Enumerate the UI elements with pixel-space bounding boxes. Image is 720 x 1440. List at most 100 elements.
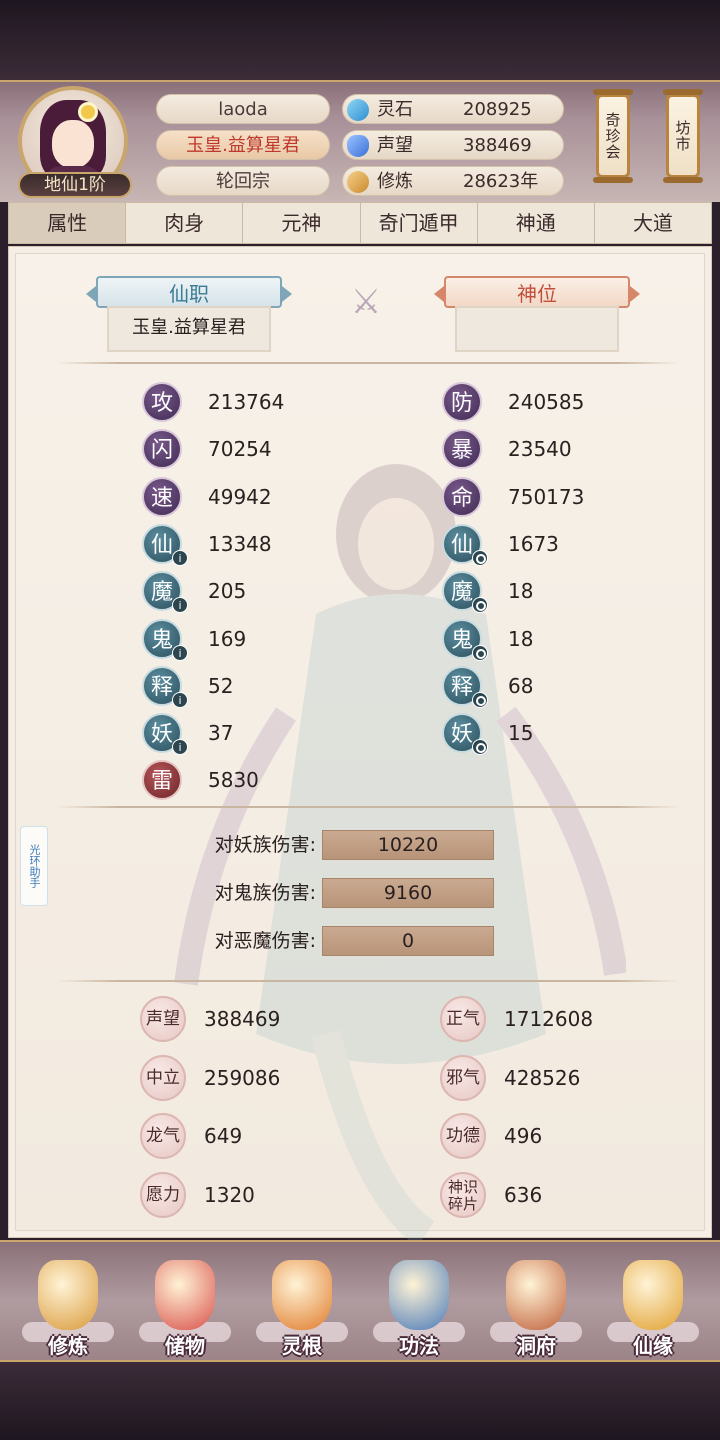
- gourd-icon: [623, 1260, 683, 1330]
- reputation-row: 邪气 428526: [440, 1054, 670, 1101]
- stat-icon[interactable]: 防: [442, 382, 482, 422]
- reputation-row: 神识碎片 636: [440, 1171, 670, 1218]
- reputation-row: 正气 1712608: [440, 996, 670, 1042]
- reputation-icon[interactable]: 龙气: [140, 1113, 186, 1159]
- resource-spirit-stone: 灵石 208925: [342, 94, 564, 124]
- nav-item-4[interactable]: 洞府: [486, 1252, 586, 1360]
- divider: [56, 362, 680, 364]
- crystal-icon: [347, 99, 369, 121]
- player-title: 玉皇.益算星君: [156, 130, 330, 160]
- player-sect: 轮回宗: [156, 166, 330, 196]
- reputation-value: 649: [204, 1124, 243, 1148]
- immortal-post-value: 玉皇.益算星君: [107, 306, 271, 352]
- top-bar: [0, 0, 720, 80]
- stat-value: 750173: [508, 484, 585, 509]
- stat-icon[interactable]: 闪: [142, 429, 182, 470]
- stat-value: 205: [208, 579, 247, 604]
- reputation-icon[interactable]: 正气: [440, 996, 486, 1042]
- reputation-icon[interactable]: 功德: [440, 1113, 486, 1159]
- reputation-value: 388469: [204, 1007, 281, 1031]
- damage-label: 对妖族伤害:: [214, 834, 316, 856]
- info-badge-icon[interactable]: i: [172, 739, 188, 756]
- halo-helper-tab[interactable]: 光环助手: [20, 826, 48, 906]
- reputation-icon[interactable]: 中立: [140, 1054, 186, 1101]
- stat-row: 暴 23540: [442, 429, 662, 470]
- reputation-row: 愿力 1320: [140, 1171, 370, 1218]
- stat-row: 攻 213764: [142, 382, 362, 422]
- stat-icon[interactable]: 雷: [142, 760, 182, 801]
- bottom-nav: 修炼 储物 灵根 功法 洞府 仙缘: [0, 1240, 720, 1362]
- player-name: laoda: [156, 94, 330, 124]
- nav-item-2[interactable]: 灵根: [252, 1252, 352, 1360]
- circle-badge-icon[interactable]: [472, 597, 488, 614]
- stat-row: 仙 i 13348: [142, 523, 362, 566]
- info-badge-icon[interactable]: i: [172, 691, 188, 708]
- damage-value: 9160: [322, 878, 494, 908]
- nav-label: 洞府: [516, 1334, 556, 1358]
- resource-prestige: 声望 388469: [342, 130, 564, 160]
- reputation-icon[interactable]: 声望: [140, 996, 186, 1042]
- circle-badge-icon[interactable]: [472, 739, 488, 756]
- nav-item-5[interactable]: 仙缘: [603, 1252, 703, 1360]
- damage-value: 0: [322, 926, 494, 956]
- stat-icon[interactable]: 攻: [142, 382, 182, 422]
- reputation-row: 声望 388469: [140, 996, 370, 1042]
- damage-row: 对鬼族伤害: 9160: [166, 877, 506, 909]
- reputation-value: 1320: [204, 1182, 255, 1207]
- tab-bar: 属性 肉身 元神 奇门遁甲 神通 大道: [8, 202, 712, 244]
- rank-badge: 地仙1阶: [18, 172, 132, 198]
- market-button[interactable]: 坊市: [663, 89, 703, 183]
- stat-row: 魔 18: [442, 571, 662, 614]
- stat-value: 5830: [208, 768, 259, 793]
- treasure-fair-button[interactable]: 奇珍会: [593, 89, 633, 183]
- reputation-value: 1712608: [504, 1007, 594, 1031]
- reputation-icon[interactable]: 神识碎片: [440, 1171, 486, 1218]
- damage-label: 对鬼族伤害:: [214, 882, 316, 904]
- stat-icon[interactable]: 命: [442, 476, 482, 517]
- reputation-value: 259086: [204, 1065, 281, 1090]
- tab-soul[interactable]: 元神: [243, 203, 361, 243]
- stat-value: 49942: [208, 484, 272, 509]
- stat-value: 18: [508, 626, 534, 651]
- stat-value: 70254: [208, 437, 272, 462]
- info-badge-icon[interactable]: i: [172, 597, 188, 614]
- circle-badge-icon[interactable]: [472, 549, 488, 566]
- reputation-value: 496: [504, 1124, 543, 1148]
- reputation-icon[interactable]: 愿力: [140, 1171, 186, 1218]
- nav-label: 功法: [399, 1334, 439, 1358]
- stat-value: 13348: [208, 531, 272, 556]
- tab-qimen[interactable]: 奇门遁甲: [361, 203, 478, 243]
- stat-value: 15: [508, 721, 534, 746]
- tab-dao[interactable]: 大道: [595, 203, 711, 243]
- tab-attributes[interactable]: 属性: [9, 203, 127, 243]
- stat-row: 鬼 18: [442, 618, 662, 661]
- info-badge-icon[interactable]: i: [172, 644, 188, 661]
- attributes-panel: 仙职 玉皇.益算星君 ⚔ 神位 攻 213764 闪 70254 速 49942 仙 i 133…: [8, 246, 712, 1247]
- reputation-row: 龙气 649: [140, 1113, 370, 1159]
- divine-rank-banner: 神位: [434, 276, 640, 308]
- tab-body[interactable]: 肉身: [126, 203, 244, 243]
- nav-item-3[interactable]: 功法: [369, 1252, 469, 1360]
- stat-row: 魔 i 205: [142, 571, 362, 614]
- damage-label: 对恶魔伤害:: [214, 930, 316, 952]
- reputation-icon[interactable]: 邪气: [440, 1054, 486, 1101]
- nav-item-1[interactable]: 储物: [135, 1252, 235, 1360]
- stat-row: 鬼 i 169: [142, 618, 362, 661]
- stat-value: 18: [508, 579, 534, 604]
- reputation-value: 636: [504, 1182, 543, 1207]
- stat-icon[interactable]: 速: [142, 476, 182, 517]
- tab-skills[interactable]: 神通: [478, 203, 595, 243]
- nav-label: 储物: [165, 1334, 205, 1358]
- resource-cultivation: 修炼 28623年: [342, 166, 564, 196]
- meditation-monk-icon: [38, 1260, 98, 1330]
- stat-value: 37: [208, 721, 234, 746]
- nav-item-0[interactable]: 修炼: [18, 1252, 118, 1360]
- divine-rank-value: [455, 306, 619, 352]
- circle-badge-icon[interactable]: [472, 691, 488, 708]
- stat-row: 防 240585: [442, 382, 662, 422]
- circle-badge-icon[interactable]: [472, 644, 488, 661]
- damage-row: 对恶魔伤害: 0: [166, 925, 506, 957]
- reputation-row: 功德 496: [440, 1113, 670, 1159]
- stat-icon[interactable]: 暴: [442, 429, 482, 470]
- info-badge-icon[interactable]: i: [172, 549, 188, 566]
